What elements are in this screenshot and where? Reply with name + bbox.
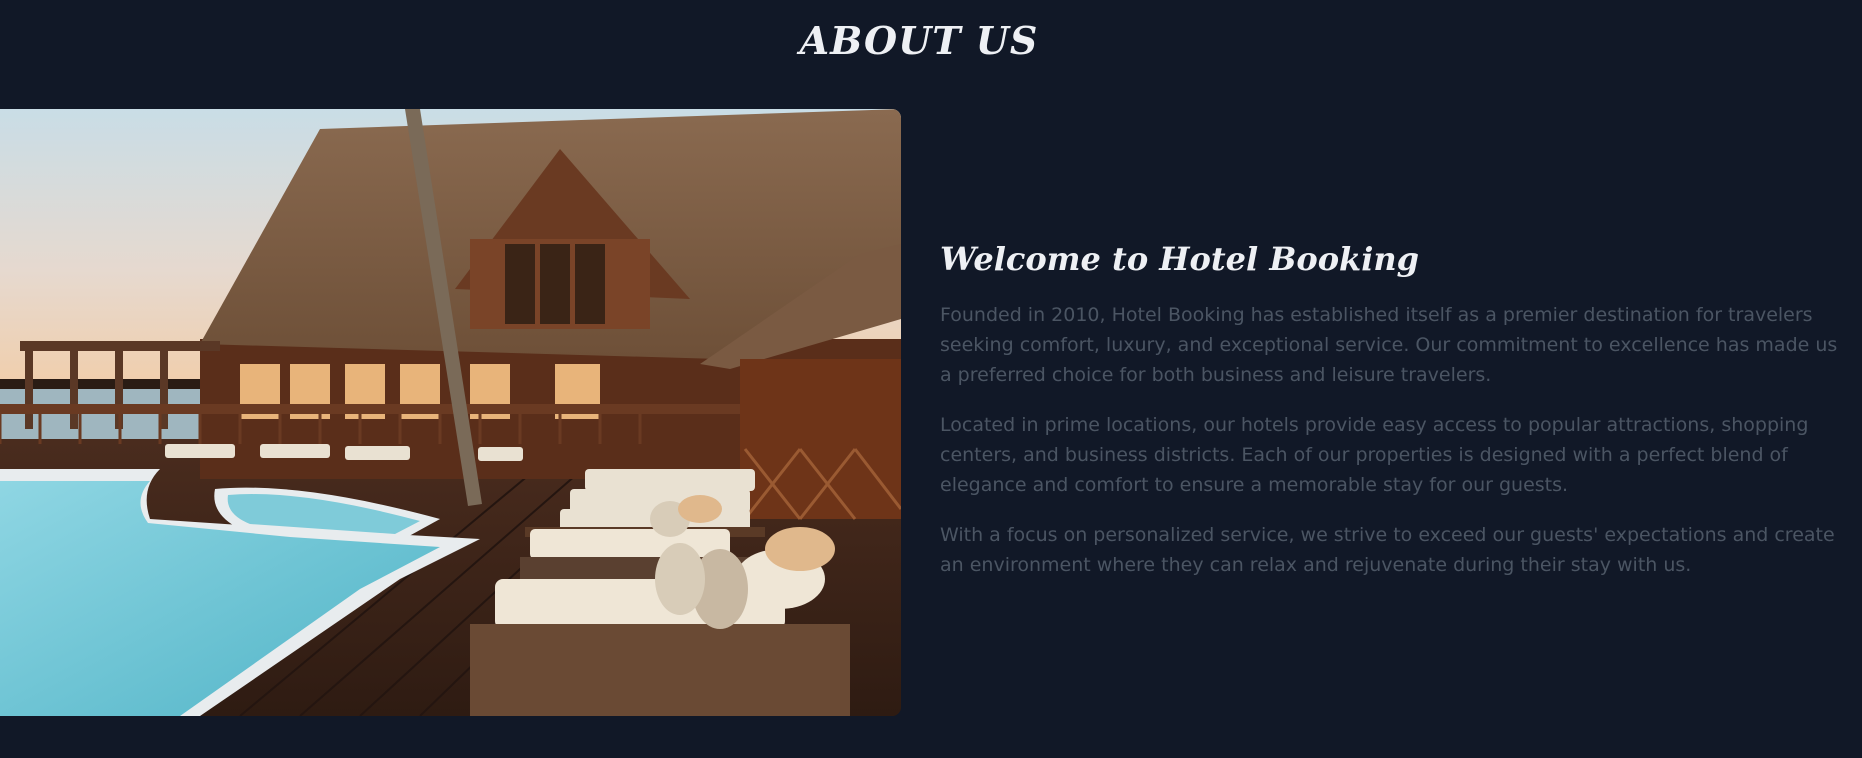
about-paragraph: Founded in 2010, Hotel Booking has estab… (940, 304, 1838, 386)
about-text: Welcome to Hotel Booking Founded in 2010… (940, 240, 1845, 600)
about-section: ABOUT US Welcome to Hotel Booking Founde… (0, 0, 1862, 758)
section-title: ABOUT US (799, 18, 1039, 63)
about-paragraph: Located in prime locations, our hotels p… (940, 414, 1809, 496)
resort-photo (0, 109, 901, 716)
welcome-heading: Welcome to Hotel Booking (940, 240, 1420, 278)
about-paragraph: With a focus on personalized service, we… (940, 524, 1835, 576)
